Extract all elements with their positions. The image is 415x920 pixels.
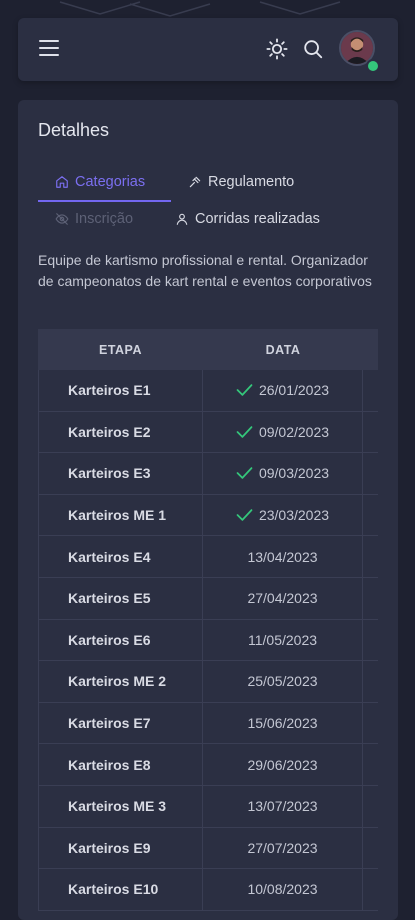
tab-corridas-realizadas-label: Corridas realizadas [195, 211, 320, 227]
sun-icon[interactable] [266, 38, 288, 60]
table-row: Karteiros E9 27/07/2023 [38, 827, 378, 870]
data-cell: 10/08/2023 [203, 869, 363, 910]
date-text: 23/03/2023 [258, 507, 330, 524]
tab-regulamento-label: Regulamento [208, 174, 295, 190]
date-text: 10/08/2023 [247, 881, 318, 898]
date-text: 11/05/2023 [247, 631, 318, 648]
table-header: ETAPA DATA [38, 329, 378, 370]
online-status-dot [366, 59, 380, 73]
etapa-cell: Karteiros E9 [38, 827, 203, 869]
data-cell: 13/04/2023 [203, 536, 363, 577]
description-text: Equipe de kartismo profissional e rental… [38, 252, 372, 289]
eye-off-icon [55, 213, 69, 225]
data-cell: 26/01/2023 [203, 370, 363, 411]
search-icon[interactable] [302, 38, 324, 60]
home-icon [56, 176, 68, 188]
etapa-cell: Karteiros ME 3 [38, 785, 203, 827]
check-icon [236, 509, 253, 521]
etapa-cell: Karteiros ME 2 [38, 661, 203, 702]
check-icon [236, 426, 253, 438]
data-cell: 27/07/2023 [203, 827, 363, 869]
table-row: Karteiros ME 1 23/03/2023 [38, 494, 378, 537]
details-card: Detalhes Categorias Regulamento Inscriçã… [18, 100, 398, 920]
etapa-cell: Karteiros E2 [38, 411, 203, 453]
tab-inscricao[interactable]: Inscrição [55, 204, 133, 234]
date-text: 13/04/2023 [247, 548, 318, 565]
table-row: Karteiros E8 29/06/2023 [38, 744, 378, 786]
date-text: 29/06/2023 [247, 756, 318, 773]
active-tab-indicator [38, 200, 171, 202]
data-cell: 15/06/2023 [203, 702, 363, 744]
table-body: Karteiros E1 26/01/2023 Karteiros E2 09/02/… [38, 370, 378, 911]
table-row: Karteiros E6 11/05/2023 [38, 619, 378, 662]
etapa-cell: Karteiros E5 [38, 577, 203, 619]
etapa-cell: Karteiros E8 [38, 744, 203, 785]
table-row: Karteiros ME 2 25/05/2023 [38, 661, 378, 703]
menu-icon[interactable] [39, 40, 59, 58]
etapa-cell: Karteiros E1 [38, 370, 203, 411]
date-text: 09/02/2023 [258, 423, 330, 440]
header-data: DATA [265, 342, 301, 357]
table-row: Karteiros E5 27/04/2023 [38, 577, 378, 620]
data-cell: 13/07/2023 [203, 785, 363, 827]
gavel-icon [189, 176, 201, 188]
date-text: 13/07/2023 [247, 798, 318, 815]
etapa-cell: Karteiros E3 [38, 453, 203, 494]
date-text: 27/07/2023 [247, 839, 318, 856]
table-row: Karteiros E3 09/03/2023 [38, 453, 378, 495]
check-icon [236, 467, 253, 480]
data-cell: 11/05/2023 [203, 619, 363, 661]
date-text: 09/03/2023 [258, 465, 330, 482]
table-row: Karteiros E1 26/01/2023 [38, 370, 378, 412]
data-cell: 27/04/2023 [203, 577, 363, 619]
tab-regulamento[interactable]: Regulamento [188, 167, 294, 197]
etapa-cell: Karteiros E4 [38, 536, 203, 577]
tab-corridas-realizadas[interactable]: Corridas realizadas [175, 204, 320, 234]
etapa-cell: Karteiros E6 [38, 619, 203, 661]
table-row: Karteiros E4 13/04/2023 [38, 536, 378, 578]
data-cell: 25/05/2023 [203, 661, 363, 702]
table-row: Karteiros E10 10/08/2023 [38, 869, 378, 911]
header-decoration [0, 0, 415, 20]
date-text: 15/06/2023 [247, 715, 318, 732]
data-cell: 23/03/2023 [203, 494, 363, 536]
table-row: Karteiros E7 15/06/2023 [38, 702, 378, 745]
top-navbar [18, 18, 398, 81]
tab-inscricao-label: Inscrição [75, 211, 134, 227]
stages-table: ETAPA DATA Karteiros E1 26/01/2023 Karteir… [38, 329, 378, 911]
data-cell: 09/03/2023 [203, 453, 363, 494]
date-text: 26/01/2023 [258, 382, 330, 399]
data-cell: 09/02/2023 [203, 411, 363, 453]
table-row: Karteiros ME 3 13/07/2023 [38, 785, 378, 828]
etapa-cell: Karteiros ME 1 [38, 494, 203, 536]
user-icon [176, 213, 188, 225]
etapa-cell: Karteiros E10 [38, 869, 203, 910]
tab-categorias-label: Categorias [75, 174, 146, 190]
data-cell: 29/06/2023 [203, 744, 363, 785]
etapa-cell: Karteiros E7 [38, 702, 203, 744]
date-text: 25/05/2023 [247, 673, 318, 690]
card-title: Detalhes [38, 120, 110, 140]
date-text: 27/04/2023 [247, 590, 318, 607]
table-row: Karteiros E2 09/02/2023 [38, 411, 378, 454]
check-icon [236, 384, 253, 397]
header-etapa: ETAPA [98, 342, 142, 357]
tab-categorias[interactable]: Categorias [55, 167, 145, 197]
